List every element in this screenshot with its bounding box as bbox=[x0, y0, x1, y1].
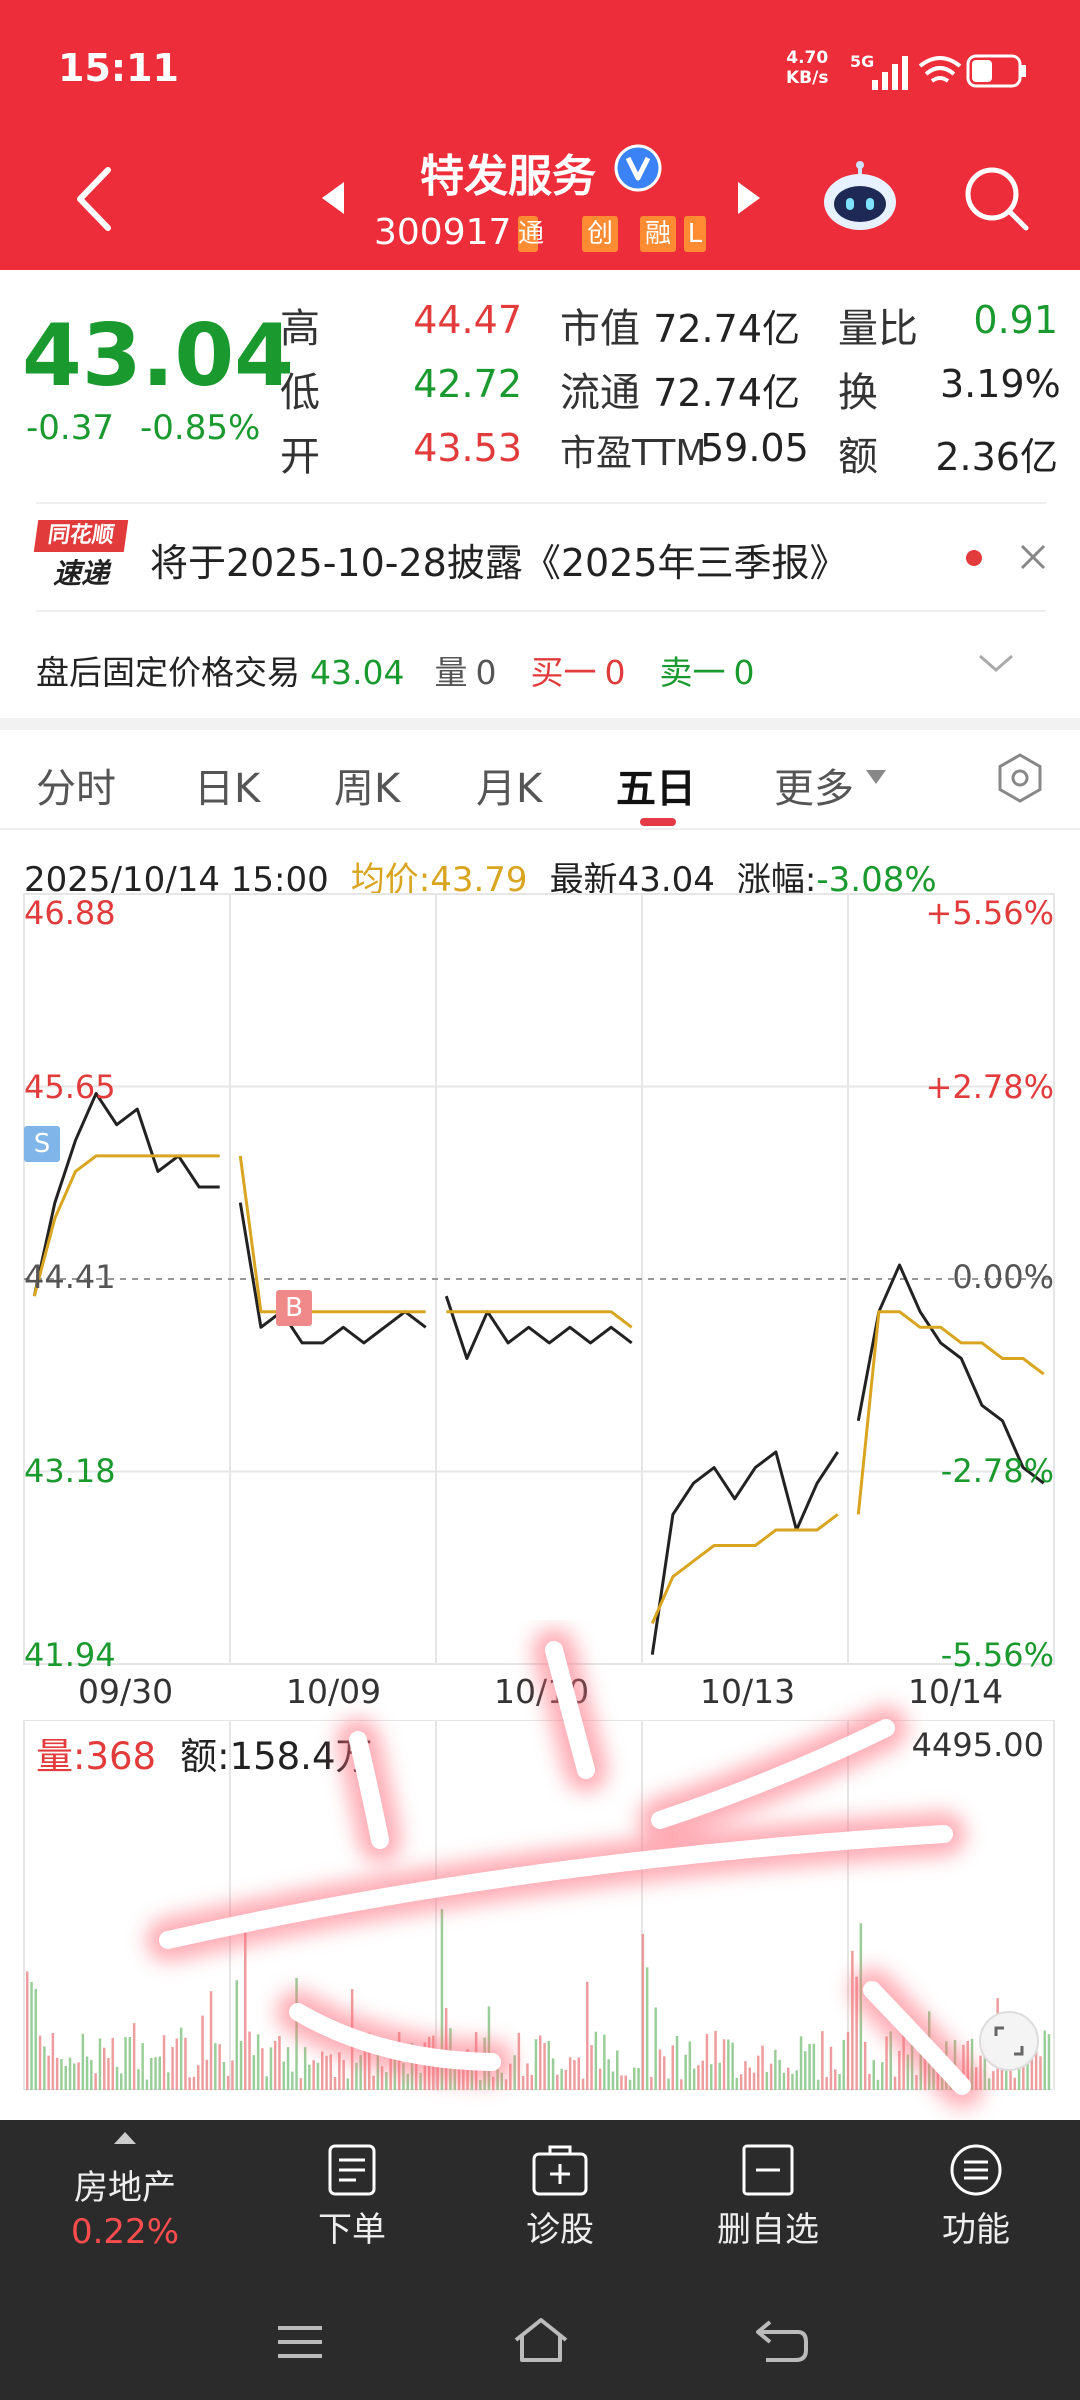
turnover-value: 3.19% bbox=[940, 362, 1061, 406]
high-value: 44.47 bbox=[413, 298, 522, 342]
price-change-pct: -0.85% bbox=[140, 408, 261, 448]
vol-ratio-label: 量比 bbox=[838, 306, 918, 352]
high-label: 高 bbox=[280, 306, 320, 352]
five-day-price-chart[interactable] bbox=[0, 890, 1080, 1670]
float-label: 流通 bbox=[560, 370, 640, 416]
next-stock-icon[interactable] bbox=[736, 180, 762, 216]
earnings-notice-text[interactable]: 将于2025-10-28披露《2025年三季报》 bbox=[150, 532, 848, 587]
prev-stock-icon[interactable] bbox=[320, 180, 346, 216]
status-time: 15:11 bbox=[58, 46, 179, 90]
sector-name: 房地产 bbox=[74, 2168, 176, 2208]
sell-marker[interactable]: S bbox=[24, 1126, 60, 1162]
recent-apps-icon[interactable] bbox=[272, 2320, 328, 2364]
average-price-line bbox=[446, 1310, 633, 1329]
bottom-toolbar: 房地产 0.22% 下单 诊股 删自选 功能 bbox=[0, 2120, 1080, 2280]
home-icon[interactable] bbox=[510, 2314, 572, 2366]
tab-more[interactable]: 更多 bbox=[774, 756, 854, 814]
tonghuashun-news-badge: 同花顺 速递 bbox=[33, 520, 129, 594]
after-hours-trading: 盘后固定价格交易 43.04 量 0 买一 0 卖一 0 bbox=[36, 653, 755, 692]
y-label-left: 45.65 bbox=[24, 1068, 116, 1106]
stock-code: 300917 bbox=[374, 212, 512, 253]
tab-intraday[interactable]: 分时 bbox=[36, 756, 116, 814]
sector-button[interactable]: 房地产 0.22% bbox=[0, 2120, 250, 2280]
divider bbox=[36, 610, 1046, 612]
amount-value: 2.36亿 bbox=[935, 435, 1058, 479]
buy-marker[interactable]: B bbox=[276, 1290, 312, 1326]
pe-value: 59.05 bbox=[700, 426, 809, 470]
price-line bbox=[238, 1202, 427, 1345]
tab-monthly-k[interactable]: 月K bbox=[476, 756, 542, 814]
tag-l: L bbox=[684, 216, 706, 252]
search-icon[interactable] bbox=[962, 164, 1032, 234]
y-label-right: +5.56% bbox=[925, 894, 1054, 932]
close-icon[interactable] bbox=[1018, 542, 1048, 572]
functions-button[interactable]: 功能 bbox=[876, 2120, 1076, 2280]
chevron-down-icon[interactable] bbox=[976, 650, 1016, 676]
tab-weekly-k[interactable]: 周K bbox=[334, 756, 400, 814]
vol-ratio-value: 0.91 bbox=[973, 298, 1058, 342]
pe-label: 市盈TTM bbox=[560, 433, 707, 474]
tab-daily-k[interactable]: 日K bbox=[194, 756, 260, 814]
current-price: 43.04 bbox=[22, 306, 295, 406]
float-value: 72.74亿 bbox=[653, 371, 800, 415]
price-line bbox=[444, 1295, 633, 1360]
notice-red-dot bbox=[966, 550, 982, 566]
y-label-right: -2.78% bbox=[940, 1452, 1054, 1490]
low-label: 低 bbox=[280, 370, 320, 416]
amount-label: 额 bbox=[838, 434, 878, 480]
back-icon[interactable] bbox=[72, 164, 116, 234]
caret-down-icon bbox=[866, 770, 886, 784]
turnover-label: 换 bbox=[838, 370, 878, 416]
remove-square-icon bbox=[742, 2144, 794, 2196]
tag-connect: 通 bbox=[518, 216, 544, 252]
y-label-right: +2.78% bbox=[925, 1068, 1054, 1106]
order-label: 下单 bbox=[318, 2210, 386, 2250]
back-nav-icon[interactable] bbox=[752, 2316, 812, 2366]
divider bbox=[36, 502, 1046, 504]
tag-rong: 融 bbox=[640, 216, 676, 252]
order-button[interactable]: 下单 bbox=[252, 2120, 452, 2280]
remove-watchlist-label: 删自选 bbox=[717, 2210, 819, 2250]
mcap-value: 72.74亿 bbox=[653, 307, 800, 351]
system-nav-bar bbox=[0, 2280, 1080, 2400]
y-label-left: 43.18 bbox=[24, 1452, 116, 1490]
average-price-line bbox=[650, 1513, 839, 1625]
status-icons bbox=[872, 54, 1026, 90]
divider bbox=[0, 828, 1080, 830]
menu-circle-icon bbox=[950, 2144, 1002, 2196]
open-label: 开 bbox=[280, 434, 320, 480]
settings-hexagon-icon[interactable] bbox=[994, 752, 1046, 804]
diagnose-kit-icon bbox=[532, 2145, 588, 2196]
stock-name: 特发服务 bbox=[420, 151, 596, 202]
mcap-label: 市值 bbox=[560, 306, 640, 352]
diagnose-label: 诊股 bbox=[526, 2210, 594, 2250]
functions-label: 功能 bbox=[942, 2210, 1010, 2250]
active-tab-indicator bbox=[640, 818, 676, 826]
verified-icon bbox=[614, 144, 662, 192]
remove-watchlist-button[interactable]: 删自选 bbox=[668, 2120, 868, 2280]
y-label-left: 44.41 bbox=[24, 1258, 116, 1296]
chart-frame bbox=[23, 893, 1055, 1665]
y-label-right: 0.00% bbox=[952, 1258, 1054, 1296]
robot-assistant-icon[interactable] bbox=[820, 160, 900, 232]
order-doc-icon bbox=[328, 2144, 376, 2196]
battery-icon bbox=[966, 54, 1026, 88]
average-price-line bbox=[238, 1155, 426, 1314]
sector-change: 0.22% bbox=[70, 2212, 179, 2252]
caret-up-icon bbox=[114, 2132, 136, 2144]
app-header: 15:11 4.70 KB/s 5G 特发服务 300917 通 创 融 L bbox=[0, 0, 1080, 270]
section-gap bbox=[0, 718, 1080, 730]
wifi-icon bbox=[918, 56, 962, 83]
price-line bbox=[856, 1263, 1045, 1485]
tag-chuang: 创 bbox=[582, 216, 618, 252]
low-value: 42.72 bbox=[413, 362, 522, 406]
open-value: 43.53 bbox=[413, 426, 522, 470]
network-speed: 4.70 KB/s bbox=[786, 48, 829, 88]
tab-five-day[interactable]: 五日 bbox=[616, 756, 696, 814]
price-change: -0.37 bbox=[26, 408, 114, 448]
signal-icon bbox=[872, 56, 908, 90]
diagnose-button[interactable]: 诊股 bbox=[460, 2120, 660, 2280]
y-label-left: 46.88 bbox=[24, 894, 116, 932]
handwritten-overlay bbox=[146, 1628, 984, 2108]
